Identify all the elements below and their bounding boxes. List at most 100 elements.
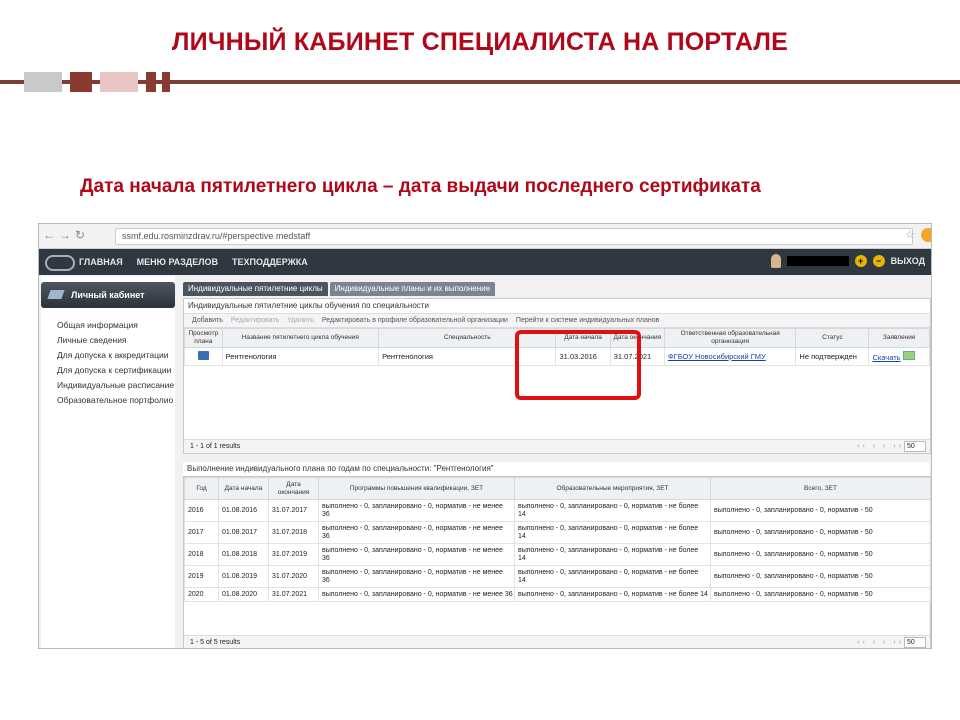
column-header[interactable]: Дата окончания (268, 477, 319, 500)
upload-icon[interactable] (902, 351, 915, 360)
end-cell: 31.07.2017 (268, 499, 319, 522)
sidebar: Личный кабинет Общая информация Личные с… (41, 276, 175, 648)
plan-panel: Выполнение индивидуального плана по года… (183, 462, 931, 648)
end-cell: 31.07.2020 (268, 565, 319, 588)
sidebar-header[interactable]: Личный кабинет (41, 282, 175, 308)
table-header-row: Год Дата начала Дата окончания Программы… (184, 477, 931, 500)
pager-info: 1 - 5 of 5 results (190, 639, 241, 646)
end-cell: 31.07.2021 (268, 587, 319, 602)
table-row[interactable]: 2020 01.08.2020 31.07.2021 выполнено - 0… (184, 587, 931, 602)
year-cell: 2016 (184, 499, 219, 522)
org-link[interactable]: ФГБОУ Новосибирский ГМУ (668, 352, 766, 361)
view-plan-icon[interactable] (197, 351, 209, 360)
events-cell: выполнено - 0, запланировано - 0, нормат… (514, 587, 711, 602)
programs-cell: выполнено - 0, запланировано - 0, нормат… (318, 499, 515, 522)
sidebar-item-accreditation[interactable]: Для допуска к аккредитации (57, 348, 175, 363)
end-cell: 31.07.2019 (268, 543, 319, 566)
start-cell: 01.08.2018 (218, 543, 269, 566)
column-header[interactable]: Всего, ЗЕТ (710, 477, 931, 500)
download-application-link[interactable]: Скачать (872, 353, 900, 362)
slide-subtitle: Дата начала пятилетнего цикла – дата выд… (80, 176, 761, 197)
pager-info: 1 - 1 of 1 results (190, 443, 241, 450)
column-header[interactable]: Ответственная образовательная организаци… (663, 328, 797, 348)
table-row[interactable]: 2017 01.08.2017 31.07.2018 выполнено - 0… (184, 521, 931, 544)
total-cell: выполнено - 0, запланировано - 0, нормат… (710, 565, 931, 588)
column-header[interactable]: Образовательные мероприятия, ЗЕТ (514, 477, 711, 500)
column-header[interactable]: Название пятилетнего цикла обучения (221, 328, 380, 348)
column-header[interactable]: Просмотр плана (184, 328, 223, 348)
year-cell: 2020 (184, 587, 219, 602)
table-row[interactable]: 2019 01.08.2019 31.07.2020 выполнено - 0… (184, 565, 931, 588)
page-size-select[interactable]: 50 (904, 637, 926, 648)
events-cell: выполнено - 0, запланировано - 0, нормат… (514, 521, 711, 544)
decorative-bar (0, 72, 960, 92)
address-bar[interactable]: ssmf.edu.rosminzdrav.ru/#perspective med… (115, 228, 913, 245)
pager-controls[interactable]: ‹‹ ‹ › ›› (857, 440, 904, 453)
portal-logo-icon[interactable] (45, 255, 75, 271)
events-cell: выполнено - 0, запланировано - 0, нормат… (514, 499, 711, 522)
zoom-out-icon[interactable]: − (872, 255, 885, 267)
browser-toolbar: ←→↻ ssmf.edu.rosminzdrav.ru/#perspective… (39, 224, 931, 249)
column-header[interactable]: Дата начала (218, 477, 269, 500)
plan-pager: 1 - 5 of 5 results ‹‹ ‹ › ›› 50 (184, 635, 930, 648)
back-icon[interactable]: ← (43, 228, 59, 242)
year-cell: 2018 (184, 543, 219, 566)
user-icon (770, 254, 781, 268)
slide-title: ЛИЧНЫЙ КАБИНЕТ СПЕЦИАЛИСТА НА ПОРТАЛЕ (171, 28, 789, 56)
programs-cell: выполнено - 0, запланировано - 0, нормат… (318, 521, 515, 544)
menu-home[interactable]: ГЛАВНАЯ (79, 257, 123, 267)
column-header[interactable]: Год (184, 477, 219, 500)
menu-sections[interactable]: МЕНЮ РАЗДЕЛОВ (137, 257, 218, 267)
sidebar-item-personal[interactable]: Личные сведения (57, 333, 175, 348)
column-header[interactable]: Статус (795, 328, 870, 348)
go-to-plans-button[interactable]: Перейти к системе индивидуальных планов (516, 317, 659, 324)
sidebar-item-certification[interactable]: Для допуска к сертификации (57, 363, 175, 378)
plan-title: Выполнение индивидуального плана по года… (187, 464, 494, 473)
total-cell: выполнено - 0, запланировано - 0, нормат… (710, 587, 931, 602)
reload-icon[interactable]: ↻ (75, 228, 89, 242)
browser-nav[interactable]: ←→↻ (43, 228, 89, 242)
year-cell: 2017 (184, 521, 219, 544)
graduation-cap-icon (47, 290, 65, 299)
year-cell: 2019 (184, 565, 219, 588)
total-cell: выполнено - 0, запланировано - 0, нормат… (710, 543, 931, 566)
cycles-toolbar: Добавить Редактировать Удалить Редактиро… (184, 313, 930, 328)
start-cell: 01.08.2020 (218, 587, 269, 602)
extension-icon[interactable] (921, 228, 931, 242)
logout-link[interactable]: ВЫХОД (891, 256, 925, 266)
cycle-name: Рентгенология (221, 347, 380, 366)
plan-table: Год Дата начала Дата окончания Программы… (184, 477, 931, 602)
delete-button[interactable]: Удалить (287, 317, 314, 324)
app-header: ГЛАВНАЯ МЕНЮ РАЗДЕЛОВ ТЕХПОДДЕРЖКА + − В… (39, 249, 931, 275)
events-cell: выполнено - 0, запланировано - 0, нормат… (514, 565, 711, 588)
edit-button[interactable]: Редактировать (231, 317, 279, 324)
sidebar-item-schedule[interactable]: Индивидуальные расписание (57, 378, 175, 393)
edit-in-org-button[interactable]: Редактировать в профиле образовательной … (322, 317, 508, 324)
menu-support[interactable]: ТЕХПОДДЕРЖКА (232, 257, 308, 267)
table-row[interactable]: 2016 01.08.2016 31.07.2017 выполнено - 0… (184, 499, 931, 522)
tab-plans[interactable]: Индивидуальные планы и их выполнение (329, 282, 496, 296)
table-row[interactable]: 2018 01.08.2018 31.07.2019 выполнено - 0… (184, 543, 931, 566)
column-header[interactable]: Заявление (868, 328, 930, 348)
tab-cycles[interactable]: Индивидуальные пятилетние циклы (183, 282, 328, 296)
end-cell: 31.07.2018 (268, 521, 319, 544)
zoom-in-icon[interactable]: + (854, 255, 867, 267)
add-button[interactable]: Добавить (192, 317, 223, 324)
redacted-username (786, 256, 849, 266)
column-header[interactable]: Программы повышения квалификации, ЗЕТ (318, 477, 515, 500)
bookmark-star-icon[interactable]: ☆ (905, 228, 915, 241)
forward-icon[interactable]: → (59, 228, 75, 242)
start-cell: 01.08.2017 (218, 521, 269, 544)
browser-screenshot: ←→↻ ssmf.edu.rosminzdrav.ru/#perspective… (38, 223, 932, 649)
start-cell: 01.08.2016 (218, 499, 269, 522)
sidebar-item-portfolio[interactable]: Образовательное портфолио (57, 393, 175, 408)
highlight-frame (515, 330, 641, 400)
page-size-select[interactable]: 50 (904, 441, 926, 452)
start-cell: 01.08.2019 (218, 565, 269, 588)
programs-cell: выполнено - 0, запланировано - 0, нормат… (318, 543, 515, 566)
programs-cell: выполнено - 0, запланировано - 0, нормат… (318, 587, 515, 602)
sidebar-item-general[interactable]: Общая информация (57, 318, 175, 333)
cycles-pager: 1 - 1 of 1 results ‹‹ ‹ › ›› 50 (184, 439, 930, 453)
total-cell: выполнено - 0, запланировано - 0, нормат… (710, 499, 931, 522)
pager-controls[interactable]: ‹‹ ‹ › ›› (857, 636, 904, 648)
